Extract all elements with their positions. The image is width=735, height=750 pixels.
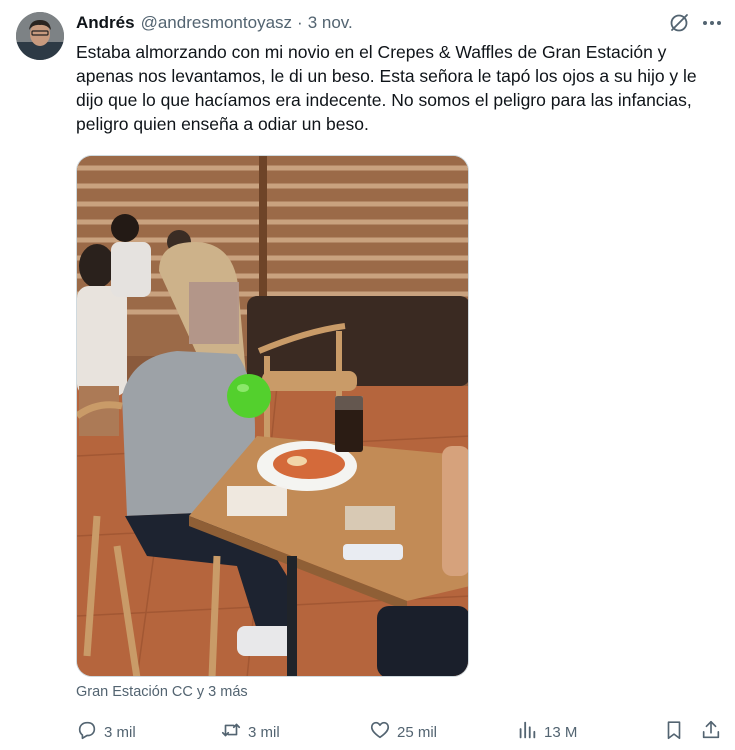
avatar[interactable] <box>16 12 64 60</box>
views-count: 13 M <box>544 723 578 741</box>
photo-location-tag[interactable]: Gran Estación CC y 3 más <box>76 684 248 700</box>
share-button[interactable] <box>700 720 722 744</box>
reply-count: 3 mil <box>104 723 136 741</box>
tweet-text: Estaba almorzando con mi novio en el Cre… <box>76 42 697 134</box>
repost-count: 3 mil <box>248 723 280 741</box>
bookmark-button[interactable] <box>663 720 685 744</box>
tweet-header: Andrés @andresmontoyasz · 3 nov. <box>76 12 353 34</box>
repost-button[interactable]: 3 mil <box>220 720 280 744</box>
tweet-date[interactable]: 3 nov. <box>308 13 353 33</box>
more-icon[interactable] <box>700 12 724 34</box>
author-handle[interactable]: @andresmontoyasz <box>141 13 292 33</box>
heart-icon <box>369 719 391 745</box>
author-name[interactable]: Andrés <box>76 13 135 33</box>
action-bar: 3 mil 3 mil 25 mil 13 M <box>0 720 735 744</box>
views-icon <box>516 719 538 745</box>
bookmark-icon <box>663 719 685 745</box>
views-button[interactable]: 13 M <box>516 720 577 744</box>
reply-icon <box>76 719 98 745</box>
tweet-photo[interactable] <box>76 155 469 677</box>
separator-dot: · <box>297 13 303 32</box>
repost-icon <box>220 719 242 745</box>
grok-icon[interactable] <box>668 12 690 34</box>
share-icon <box>700 719 722 745</box>
like-count: 25 mil <box>397 723 438 741</box>
like-button[interactable]: 25 mil <box>369 720 437 744</box>
reply-button[interactable]: 3 mil <box>76 720 136 744</box>
